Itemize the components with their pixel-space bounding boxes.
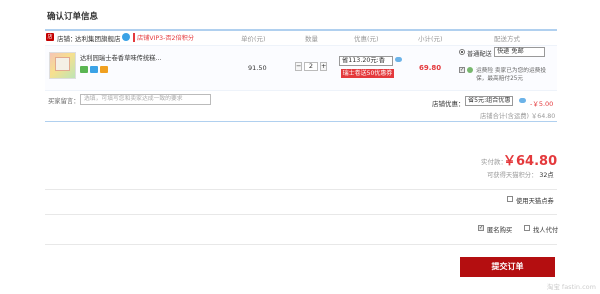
column-header-unit-price: 单价(元) xyxy=(241,35,266,43)
tmall-points-checkbox[interactable] xyxy=(507,196,513,202)
page-title: 确认订单信息 xyxy=(47,12,99,22)
item-subtotal: 69.80 xyxy=(419,64,442,72)
tmall-points-label: 使用天猫点券 xyxy=(516,198,554,205)
points-label: 可获得天猫积分： xyxy=(487,172,538,179)
column-header-shipping: 配送方式 xyxy=(494,35,520,43)
shop-total: 店铺合计(含运费) ￥64.80 xyxy=(480,113,556,120)
column-header-subtotal: 小计(元) xyxy=(418,35,443,43)
shipping-radio[interactable] xyxy=(459,49,465,55)
column-header-discount: 优惠(元) xyxy=(354,35,379,43)
anonymous-label: 匿名购买 xyxy=(487,227,513,234)
divider xyxy=(45,214,557,215)
shop-discount-select[interactable]: 省5元:组合优惠 xyxy=(465,96,513,106)
quantity-decrement-button[interactable]: − xyxy=(295,62,302,71)
product-thumbnail-box xyxy=(55,57,70,71)
anonymous-checkbox[interactable]: ✓ xyxy=(478,225,484,231)
return-icon xyxy=(90,66,98,73)
shop-discount-info-icon[interactable] xyxy=(519,98,526,103)
insurance-text: 运费险 卖家已为您的运费投保，最高赔付25元 xyxy=(476,68,547,82)
submit-order-button[interactable]: 提交订单 xyxy=(460,257,555,277)
shipping-select[interactable]: 快递 免邮 xyxy=(494,47,545,57)
proxy-pay-label: 找人代付 xyxy=(533,227,559,234)
watermark: 淘宝 fastin.com xyxy=(546,283,596,291)
product-name-link[interactable]: 达利园瑞士卷香草味传统糕... xyxy=(80,53,162,62)
shipping-label: 普通配送 xyxy=(467,51,492,58)
paid-amount: ￥64.80 xyxy=(503,154,558,169)
header-divider xyxy=(45,29,557,31)
shop-discount-value: -￥5.00 xyxy=(530,100,554,108)
section-divider xyxy=(45,121,557,122)
credit-card-icon xyxy=(100,66,108,73)
quantity-input[interactable]: 2 xyxy=(304,62,318,71)
shop-name-link[interactable]: 达利集团旗舰店 xyxy=(75,33,121,43)
buyer-message-input[interactable]: 选填，可填写您和卖家达成一致的要求 xyxy=(80,94,211,105)
chat-icon[interactable] xyxy=(122,33,130,41)
points-value: 32点 xyxy=(539,172,554,179)
shop-discount-label: 店铺优惠： xyxy=(432,100,465,108)
buyer-message-label: 买家留言： xyxy=(48,98,80,105)
divider xyxy=(45,244,557,245)
info-bubble-icon[interactable] xyxy=(395,57,402,62)
shop-icon: 店 xyxy=(46,33,54,41)
divider xyxy=(45,189,557,190)
shop-label: 店铺： xyxy=(57,35,77,43)
discount-select[interactable]: 省113.20元:香 xyxy=(339,56,393,66)
shop-vip-text: 店铺VIP3-否2倍积分 xyxy=(133,33,194,42)
proxy-pay-checkbox[interactable] xyxy=(524,225,530,231)
unit-price: 91.50 xyxy=(248,64,267,72)
points-info: 可获得天猫积分： 32点 xyxy=(487,170,554,179)
promo-tag: 瑞士卷送50优惠券 xyxy=(341,69,394,78)
quantity-increment-button[interactable]: + xyxy=(320,62,327,71)
guarantee-icon xyxy=(80,66,88,73)
column-header-quantity: 数量 xyxy=(305,35,318,43)
insurance-icon xyxy=(467,67,473,73)
insurance-checkbox[interactable]: ✓ xyxy=(459,67,465,73)
